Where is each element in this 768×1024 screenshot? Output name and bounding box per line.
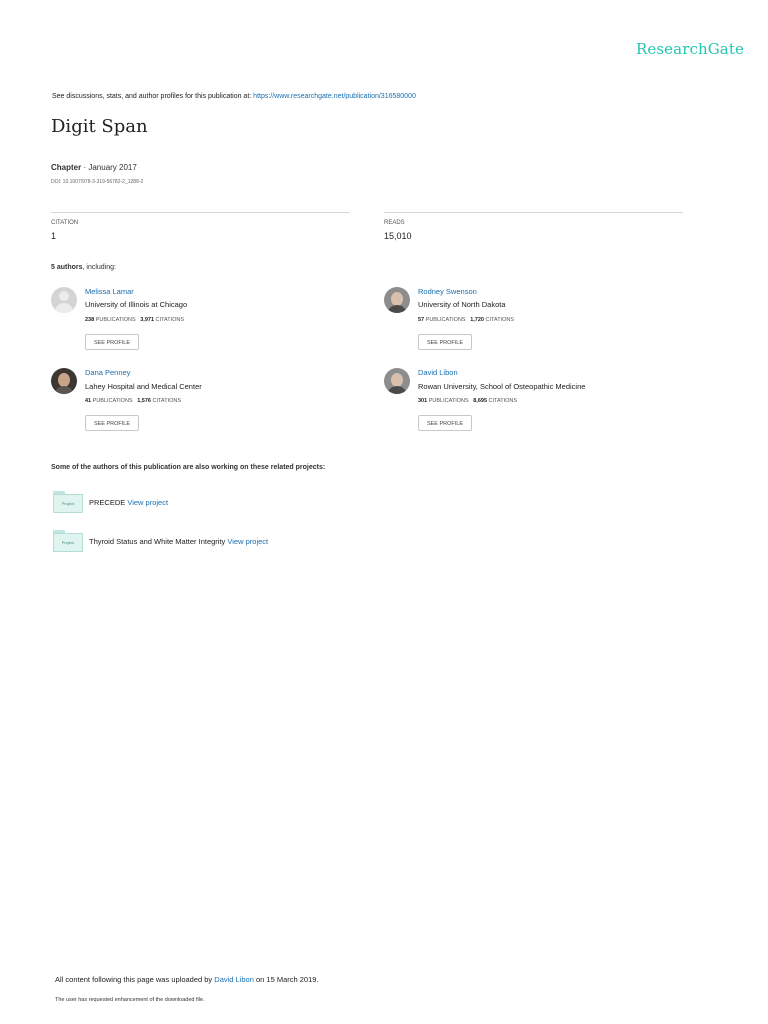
- publication-date: · January 2017: [81, 163, 137, 172]
- authors-count: 5 authors: [51, 264, 83, 271]
- discussion-line: See discussions, stats, and author profi…: [52, 93, 416, 100]
- citation-divider: [51, 212, 350, 213]
- author-name-link[interactable]: Dana Penney: [85, 368, 130, 377]
- see-profile-button[interactable]: SEE PROFILE: [85, 415, 139, 431]
- publications-label: PUBLICATIONS: [428, 398, 469, 404]
- citations-label: CITATIONS: [155, 317, 185, 323]
- author-stats: 301 PUBLICATIONS 8,695 CITATIONS: [418, 398, 517, 404]
- publications-label: PUBLICATIONS: [95, 317, 136, 323]
- reads-count: 15,010: [384, 231, 412, 241]
- avatar-face: [391, 292, 403, 306]
- avatar-photo[interactable]: [384, 368, 410, 394]
- enhancement-note: The user has requested enhancement of th…: [55, 997, 205, 1003]
- discussion-text: See discussions, stats, and author profi…: [52, 93, 254, 100]
- related-projects-heading: Some of the authors of this publication …: [51, 464, 326, 471]
- project-item: Thyroid Status and White Matter Integrit…: [89, 537, 268, 546]
- citations-count: 8,695: [473, 398, 488, 404]
- citations-label: CITATIONS: [485, 317, 515, 323]
- citations-label: CITATIONS: [488, 398, 518, 404]
- author-stats: 57 PUBLICATIONS 1,720 CITATIONS: [418, 317, 514, 323]
- citation-label: CITATION: [51, 220, 79, 226]
- avatar-shoulders: [387, 386, 407, 394]
- project-folder-icon: Project: [53, 491, 83, 513]
- authors-including: , including:: [82, 264, 116, 271]
- project-item: PRECEDE View project: [89, 498, 168, 507]
- project-name: Thyroid Status and White Matter Integrit…: [89, 537, 228, 546]
- publications-label: PUBLICATIONS: [92, 398, 133, 404]
- project-icon-label: Project: [61, 501, 75, 506]
- see-profile-button[interactable]: SEE PROFILE: [418, 415, 472, 431]
- publication-type: Chapter: [51, 163, 82, 172]
- author-institution: University of North Dakota: [418, 300, 506, 309]
- citations-count: 3,971: [140, 317, 155, 323]
- author-name-link[interactable]: David Libon: [418, 368, 458, 377]
- publication-link[interactable]: https://www.researchgate.net/publication…: [253, 93, 416, 100]
- researchgate-logo[interactable]: ResearchGate: [636, 40, 744, 58]
- author-name-link[interactable]: Melissa Lamar: [85, 287, 134, 296]
- publications-count: 57: [418, 317, 425, 323]
- publications-count: 301: [418, 398, 428, 404]
- avatar-face: [58, 373, 70, 387]
- avatar-shoulders: [54, 386, 74, 394]
- citations-count: 1,720: [470, 317, 484, 323]
- upload-prefix: All content following this page was uplo…: [55, 975, 215, 984]
- author-stats: 41 PUBLICATIONS 1,576 CITATIONS: [85, 398, 181, 404]
- see-profile-button[interactable]: SEE PROFILE: [85, 334, 139, 350]
- avatar-placeholder-icon[interactable]: [51, 287, 77, 313]
- reads-label: READS: [384, 220, 405, 226]
- publications-label: PUBLICATIONS: [425, 317, 466, 323]
- author-name-link[interactable]: Rodney Swenson: [418, 287, 477, 296]
- publications-count: 238: [85, 317, 95, 323]
- avatar-shoulders: [387, 305, 407, 313]
- view-project-link[interactable]: View project: [127, 498, 168, 507]
- project-folder-icon: Project: [53, 530, 83, 552]
- see-profile-button[interactable]: SEE PROFILE: [418, 334, 472, 350]
- doi: DOI: 10.1007/978-3-319-56782-2_1288-2: [51, 179, 144, 185]
- authors-heading: 5 authors, including:: [51, 264, 116, 271]
- author-institution: University of Illinois at Chicago: [85, 300, 188, 309]
- citations-count: 1,576: [137, 398, 151, 404]
- reads-divider: [384, 212, 683, 213]
- upload-notice: All content following this page was uplo…: [55, 975, 319, 984]
- page-title: Digit Span: [51, 116, 148, 137]
- project-icon-label: Project: [61, 540, 75, 545]
- view-project-link[interactable]: View project: [227, 537, 268, 546]
- author-stats: 238 PUBLICATIONS 3,971 CITATIONS: [85, 317, 184, 323]
- citation-count: 1: [51, 231, 57, 241]
- avatar-photo[interactable]: [51, 368, 77, 394]
- publication-meta: Chapter · January 2017: [51, 163, 137, 172]
- avatar-face: [391, 373, 403, 387]
- author-institution: Lahey Hospital and Medical Center: [85, 382, 202, 391]
- upload-suffix: on 15 March 2019.: [253, 975, 319, 984]
- author-institution: Rowan University, School of Osteopathic …: [418, 382, 586, 391]
- avatar-photo[interactable]: [384, 287, 410, 313]
- uploader-link[interactable]: David Libon: [214, 975, 254, 984]
- project-name: PRECEDE: [89, 498, 128, 507]
- publications-count: 41: [85, 398, 92, 404]
- citations-label: CITATIONS: [152, 398, 182, 404]
